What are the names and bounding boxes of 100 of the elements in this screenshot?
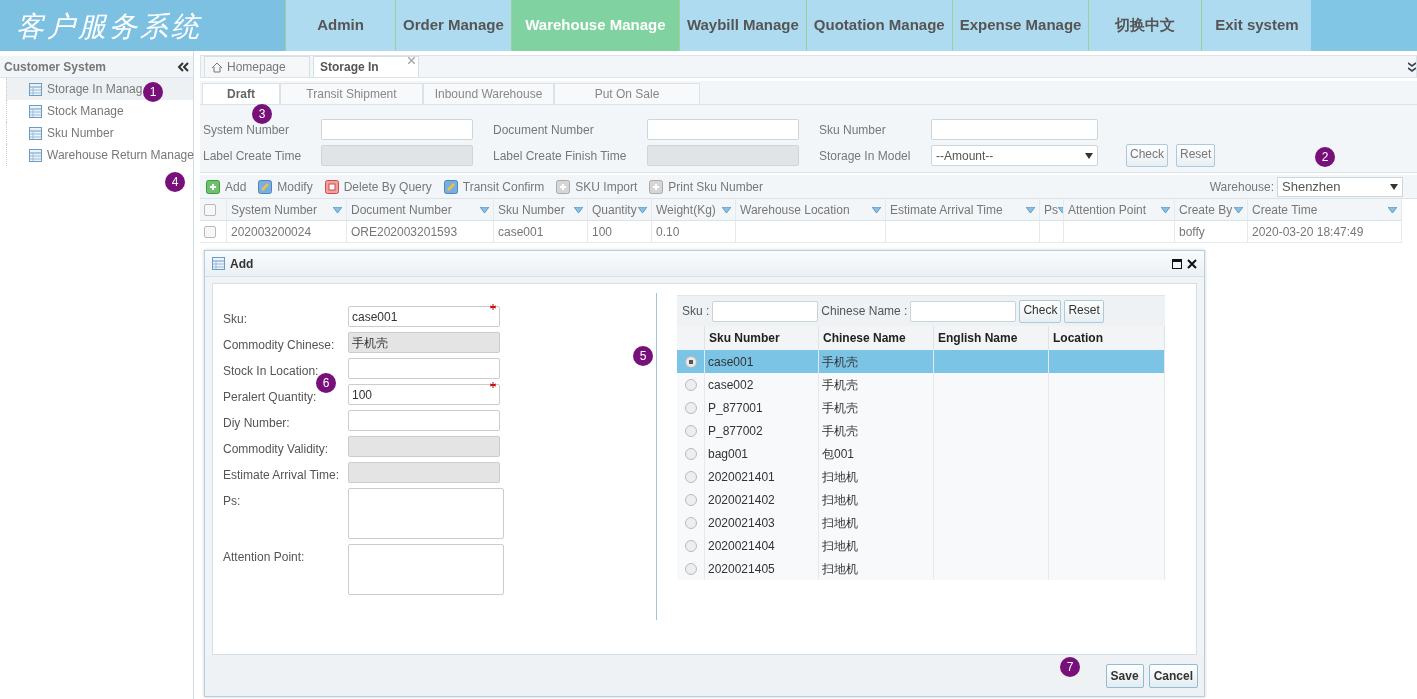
field-label: Diy Number: (223, 415, 291, 432)
pencil-icon (443, 179, 458, 194)
input-field[interactable] (321, 119, 473, 140)
sidebar-item[interactable]: Stock Manage (6, 100, 193, 122)
search-button[interactable]: Check (1019, 299, 1062, 323)
table-row[interactable]: P_877001 手机壳 (677, 396, 1165, 419)
tab[interactable]: Storage In (313, 56, 419, 77)
table-row[interactable]: case001 手机壳 (677, 350, 1165, 373)
input-field[interactable] (910, 300, 1017, 322)
select-field[interactable]: --Amount-- (931, 145, 1098, 166)
column-header[interactable]: Attention Point (1064, 199, 1175, 220)
sub-tab[interactable]: Draft (202, 83, 280, 104)
column-header[interactable]: Ps (1040, 199, 1064, 220)
collapse-icon[interactable] (177, 61, 189, 72)
caret-icon (1390, 183, 1398, 190)
table-row[interactable]: 2020021403 扫地机 (677, 511, 1165, 534)
nav-tab[interactable]: Admin (285, 0, 395, 51)
nav-tab[interactable]: 切换中文 (1088, 0, 1202, 51)
radio-button[interactable] (684, 516, 697, 529)
toolbar-button[interactable]: Modify (258, 177, 313, 196)
toolbar-button[interactable]: SKU Import (556, 177, 638, 196)
column-header[interactable]: Document Number (347, 199, 494, 220)
table-row[interactable]: case002 手机壳 (677, 373, 1165, 396)
sidebar-item[interactable]: Sku Number (6, 122, 193, 144)
input-field[interactable] (348, 410, 500, 431)
radio-button[interactable] (684, 424, 697, 437)
column-header[interactable]: Quantity (588, 199, 652, 220)
nav-tab[interactable]: Exit system (1201, 0, 1312, 51)
table-row[interactable]: 2020021402 扫地机 (677, 488, 1165, 511)
radio-button[interactable] (684, 539, 697, 552)
checkbox[interactable] (204, 225, 216, 238)
sidebar-item[interactable]: Warehouse Return Manage (6, 144, 193, 166)
checkbox[interactable] (204, 203, 216, 216)
dialog-button[interactable]: Save (1105, 663, 1144, 688)
table-row[interactable]: 2020021405 扫地机 (677, 557, 1165, 580)
radio-button[interactable] (684, 493, 697, 506)
table-cell: 2020-03-20 18:47:49 (1248, 221, 1402, 242)
column-header[interactable]: Create Time (1248, 199, 1402, 220)
app-logo: 客户服务系统 (0, 0, 285, 51)
expand-icon[interactable] (1408, 61, 1416, 72)
sub-tab[interactable]: Inbound Warehouse (423, 83, 554, 104)
input-field[interactable] (647, 119, 799, 140)
column-header[interactable]: System Number (227, 199, 347, 220)
sub-tab[interactable]: Put On Sale (554, 83, 700, 104)
pencil-icon (258, 179, 273, 194)
close-icon[interactable] (1187, 258, 1197, 269)
maximize-icon[interactable] (1172, 258, 1182, 269)
input-field[interactable] (931, 119, 1098, 140)
table-icon (29, 126, 42, 140)
table-row[interactable]: 2020021401 扫地机 (677, 465, 1165, 488)
column-header[interactable]: Create By (1175, 199, 1248, 220)
column-header[interactable]: Weight(Kg) (652, 199, 736, 220)
filter-button[interactable]: Reset (1176, 144, 1216, 167)
input-field[interactable] (348, 358, 500, 379)
toolbar-button[interactable]: Add (206, 177, 247, 196)
table-row[interactable]: 2020021404 扫地机 (677, 534, 1165, 557)
field-label: Attention Point: (223, 549, 306, 566)
field-label: Commodity Validity: (223, 441, 330, 458)
sub-tab[interactable]: Transit Shipment (280, 83, 423, 104)
sort-icon (1234, 206, 1243, 213)
column-header[interactable]: Estimate Arrival Time (886, 199, 1040, 220)
input-field[interactable] (712, 300, 819, 322)
radio-button[interactable] (684, 378, 697, 391)
text-area[interactable] (348, 544, 504, 595)
tab[interactable]: Homepage (204, 56, 310, 77)
field-label: Peralert Quantity: (223, 389, 318, 406)
text-area[interactable] (348, 488, 504, 539)
table-icon (212, 257, 225, 270)
nav-tab[interactable]: Waybill Manage (678, 0, 806, 51)
delete-icon (324, 179, 339, 194)
table-row[interactable]: P_877002 手机壳 (677, 419, 1165, 442)
toolbar-button[interactable]: Delete By Query (324, 177, 432, 196)
select-field[interactable]: Shenzhen (1277, 176, 1403, 197)
table-icon (29, 148, 42, 162)
input-field[interactable]: 100 (348, 384, 500, 405)
column-header[interactable]: Sku Number (494, 199, 588, 220)
radio-button[interactable] (684, 355, 697, 368)
radio-button[interactable] (684, 401, 697, 414)
field-label: Document Number (493, 121, 595, 139)
radio-button[interactable] (684, 447, 697, 460)
field-label: Sku Number (819, 121, 887, 139)
toolbar-button[interactable]: Transit Confirm (443, 177, 545, 196)
add-icon (206, 179, 220, 194)
nav-tab[interactable]: Quotation Manage (805, 0, 952, 51)
search-button[interactable]: Reset (1064, 299, 1104, 323)
filter-button[interactable]: Check (1126, 144, 1168, 167)
nav-tab[interactable]: Expense Manage (951, 0, 1089, 51)
input-field[interactable]: case001 (348, 306, 500, 327)
column-header[interactable]: Warehouse Location (736, 199, 886, 220)
table-cell: boffy (1175, 221, 1248, 242)
dialog-button[interactable]: Cancel (1148, 663, 1198, 688)
radio-button[interactable] (684, 470, 697, 483)
radio-button[interactable] (684, 562, 697, 575)
toolbar-button[interactable]: Print Sku Number (649, 177, 764, 196)
field-label: Label Create Finish Time (493, 147, 628, 165)
nav-tab[interactable]: Order Manage (395, 0, 511, 51)
table-row[interactable]: bag001 包001 (677, 442, 1165, 465)
sort-icon (872, 206, 881, 213)
required-icon (490, 304, 496, 310)
field-label: Commodity Chinese: (223, 337, 336, 354)
